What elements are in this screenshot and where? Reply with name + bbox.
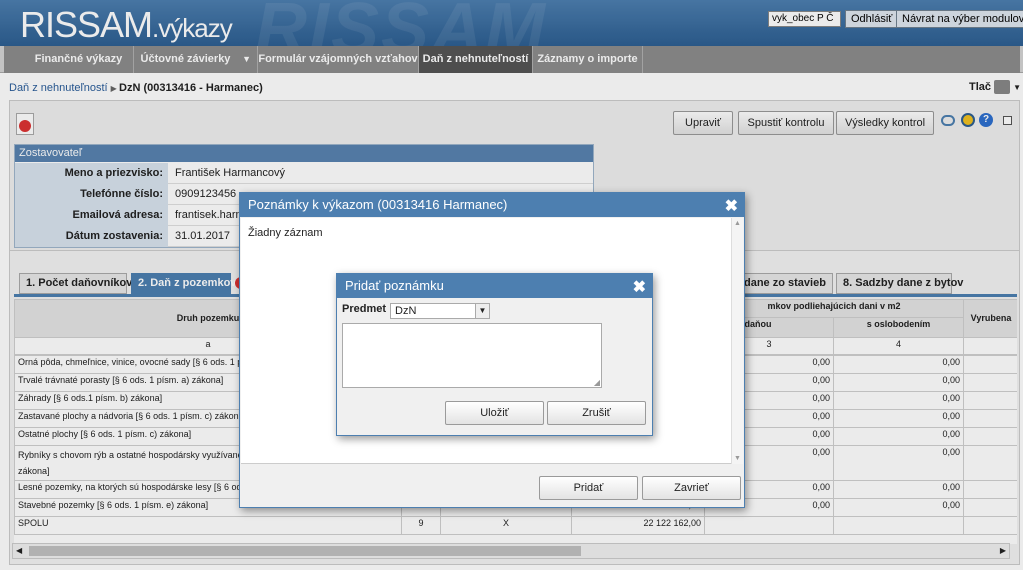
note-textarea[interactable]: ◢ [342, 323, 602, 388]
save-button[interactable]: Uložiť [445, 401, 544, 425]
close-icon[interactable]: ✖ [725, 196, 738, 216]
subject-select[interactable]: DzN ▼ [390, 303, 490, 319]
close-icon[interactable]: ✖ [633, 277, 646, 297]
subject-label: Predmet [342, 303, 387, 315]
no-records-text: Žiadny záznam [248, 227, 323, 239]
resize-handle-icon[interactable]: ◢ [594, 378, 600, 387]
cancel-button[interactable]: Zrušiť [547, 401, 646, 425]
scroll-down-icon[interactable]: ▼ [734, 455, 741, 462]
subject-value: DzN [395, 305, 417, 317]
notes-dialog-title: Poznámky k výkazom (00313416 Harmanec) [248, 197, 508, 212]
close-dialog-button[interactable]: Zavrieť [642, 476, 741, 500]
add-note-button[interactable]: Pridať [539, 476, 638, 500]
add-note-dialog: Pridať poznámku ✖ Predmet DzN ▼ ◢ Uložiť … [336, 273, 653, 436]
notes-scrollbar[interactable]: ▲ ▼ [731, 218, 743, 464]
chevron-down-icon: ▼ [475, 304, 489, 318]
scroll-up-icon[interactable]: ▲ [734, 220, 741, 227]
add-note-dialog-header: Pridať poznámku ✖ [337, 274, 652, 298]
notes-dialog-header: Poznámky k výkazom (00313416 Harmanec) ✖ [240, 193, 744, 217]
add-note-dialog-title: Pridať poznámku [345, 278, 444, 293]
